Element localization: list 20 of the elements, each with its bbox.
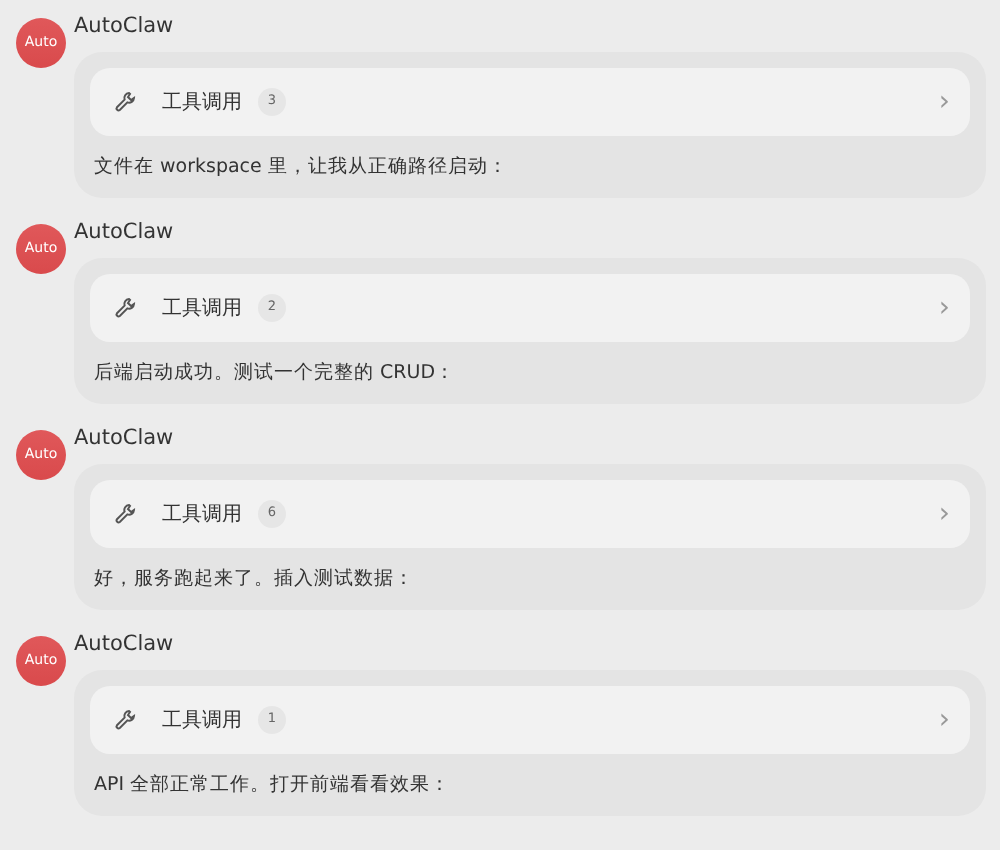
sender-name: AutoClaw	[74, 218, 174, 248]
chevron-icon: ›	[938, 81, 950, 123]
chevron-icon: ›	[938, 699, 950, 741]
wrench-icon	[114, 90, 138, 114]
sender-name: AutoClaw	[74, 630, 174, 660]
chevron-icon: ›	[938, 493, 950, 535]
tool-call-label: 工具调用	[162, 501, 242, 529]
tool-call-label: 工具调用	[162, 707, 242, 735]
wrench-icon	[114, 708, 138, 732]
wrench-icon	[114, 502, 138, 526]
wrench-icon	[114, 296, 138, 320]
sender-name: AutoClaw	[74, 424, 174, 454]
tool-call-label: 工具调用	[162, 295, 242, 323]
message-text: API 全部正常工作。打开前端看看效果：	[92, 772, 453, 800]
message-text: 文件在 workspace 里，让我从正确路径启动：	[92, 154, 510, 182]
message-text: 好，服务跑起来了。插入测试数据：	[92, 566, 416, 594]
sender-name: AutoClaw	[74, 12, 174, 42]
message-text: 后端启动成功。测试一个完整的 CRUD：	[92, 360, 458, 388]
tool-call-label: 工具调用	[162, 89, 242, 117]
chevron-icon: ›	[938, 287, 950, 329]
